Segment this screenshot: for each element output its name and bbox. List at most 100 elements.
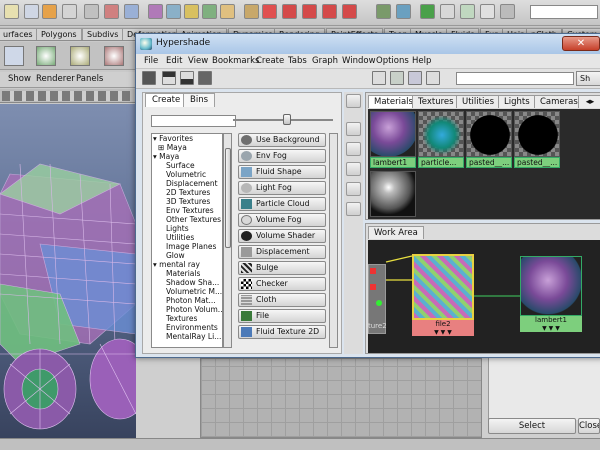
port-icon[interactable]	[376, 300, 382, 306]
menu-file[interactable]: File	[144, 56, 158, 66]
tree-scrollbar[interactable]	[223, 133, 232, 348]
create-node-button[interactable]: Env Fog	[238, 149, 326, 163]
material-swatch[interactable]	[466, 111, 512, 157]
toggle-create-bar-icon[interactable]	[142, 71, 156, 85]
tab-cameras[interactable]: Cameras	[534, 95, 584, 108]
grid-view[interactable]	[200, 358, 482, 438]
create-node-button[interactable]: Volume Fog	[238, 213, 326, 227]
port-icon[interactable]	[370, 284, 376, 290]
tab-scroll-arrows-icon[interactable]: ◂▸	[578, 95, 600, 108]
shelf-tool-icon[interactable]	[104, 46, 124, 66]
material-swatch[interactable]	[370, 111, 416, 157]
show-top-tabs-icon[interactable]	[162, 71, 176, 85]
create-node-button[interactable]: Fluid Texture 2D	[238, 325, 326, 339]
save-scene-icon[interactable]	[62, 4, 77, 19]
tab-utilities[interactable]: Utilities	[456, 95, 500, 108]
viewport-tool-icons[interactable]	[2, 91, 130, 101]
node-graph-canvas[interactable]: ture2 file2 ▼ ▼ ▼ lambert1 ▼ ▼ ▼	[368, 240, 600, 353]
construction-icon[interactable]	[396, 4, 411, 19]
snap-plane-icon[interactable]	[322, 4, 337, 19]
tree-item[interactable]: Other Textures	[166, 215, 221, 224]
menu-create[interactable]: Create	[256, 56, 284, 66]
create-node-button[interactable]: Bulge	[238, 261, 326, 275]
shelf-tab-subdivs[interactable]: Subdivs	[82, 28, 124, 40]
tree-item[interactable]: Utilities	[166, 233, 194, 242]
viewport-menu-panels[interactable]: Panels	[76, 74, 103, 84]
render-icon[interactable]	[420, 4, 435, 19]
tree-item[interactable]: Image Planes	[166, 242, 216, 251]
show-both-tabs-icon[interactable]	[198, 71, 212, 85]
mask-icon[interactable]	[220, 4, 235, 19]
show-bottom-tabs-icon[interactable]	[180, 71, 194, 85]
lambert-material-node[interactable]	[520, 256, 582, 316]
collapse-icon[interactable]	[346, 94, 361, 108]
shelf-tab-polygons[interactable]: Polygons	[36, 28, 82, 40]
lock-icon[interactable]	[244, 4, 259, 19]
material-swatch[interactable]	[514, 111, 560, 157]
dropdown-icon[interactable]	[500, 4, 515, 19]
close-button[interactable]: Close	[578, 418, 600, 434]
snap-grid-icon[interactable]	[262, 4, 277, 19]
create-node-button[interactable]: Displacement	[238, 245, 326, 259]
tree-item[interactable]: 3D Textures	[166, 197, 210, 206]
history-icon[interactable]	[376, 4, 391, 19]
node-list-scrollbar[interactable]	[329, 133, 338, 348]
create-node-button[interactable]: Checker	[238, 277, 326, 291]
show-button[interactable]: Sh	[576, 71, 600, 86]
ipr-render-icon[interactable]	[440, 4, 455, 19]
create-node-button[interactable]: Light Fog	[238, 181, 326, 195]
search-field[interactable]	[456, 72, 574, 85]
mask-icon[interactable]	[202, 4, 217, 19]
material-swatch[interactable]	[418, 111, 464, 157]
create-node-button[interactable]: Use Background	[238, 133, 326, 147]
tab-create[interactable]: Create	[145, 93, 188, 107]
tree-item[interactable]: ▾ mental ray	[153, 260, 200, 269]
open-scene-icon[interactable]	[42, 4, 57, 19]
menu-help[interactable]: Help	[412, 56, 431, 66]
sort-icon[interactable]	[346, 202, 361, 216]
graph-io-icon[interactable]	[426, 71, 440, 85]
create-node-button[interactable]: Particle Cloud	[238, 197, 326, 211]
create-node-button[interactable]: Fluid Shape	[238, 165, 326, 179]
tree-item[interactable]: MentalRay Li...	[166, 332, 221, 341]
list-icon[interactable]	[346, 162, 361, 176]
mask-icon[interactable]	[148, 4, 163, 19]
menu-options[interactable]: Options	[376, 56, 409, 66]
graph-input-icon[interactable]	[390, 71, 404, 85]
tree-item[interactable]: ⊞ Maya	[158, 143, 187, 152]
tree-item[interactable]: Env Textures	[166, 206, 214, 215]
create-node-button[interactable]: Cloth	[238, 293, 326, 307]
tree-item[interactable]: ▾ Favorites	[153, 134, 193, 143]
shelf-tool-icon[interactable]	[36, 46, 56, 66]
slider-handle[interactable]	[283, 114, 291, 125]
tree-item[interactable]: Displacement	[166, 179, 218, 188]
menu-set-icon[interactable]	[4, 4, 19, 19]
node-port-arrows[interactable]: ▼ ▼ ▼	[520, 325, 582, 332]
viewport-menu-renderer[interactable]: Renderer	[36, 74, 75, 84]
tree-item[interactable]: Textures	[166, 314, 197, 323]
mask-icon[interactable]	[166, 4, 181, 19]
scroll-thumb[interactable]	[225, 148, 231, 248]
tree-item[interactable]: Volumetric M...	[166, 287, 222, 296]
shelf-tool-icon[interactable]	[4, 46, 24, 66]
node-filter-field[interactable]	[151, 115, 236, 127]
menu-edit[interactable]: Edit	[166, 56, 182, 66]
shelf-tool-icon[interactable]	[70, 46, 90, 66]
tree-item[interactable]: ▾ Maya	[153, 152, 179, 161]
tree-item[interactable]: Volumetric	[166, 170, 206, 179]
select-component-icon[interactable]	[124, 4, 139, 19]
quick-input-field[interactable]	[530, 5, 598, 19]
tree-item[interactable]: Photon Volum...	[166, 305, 222, 314]
create-node-button[interactable]: File	[238, 309, 326, 323]
graph-output-icon[interactable]	[408, 71, 422, 85]
tree-item[interactable]: Glow	[166, 251, 185, 260]
tab-work-area[interactable]: Work Area	[368, 226, 424, 239]
snap-curve-icon[interactable]	[282, 4, 297, 19]
3d-viewport[interactable]	[0, 104, 136, 438]
select-button[interactable]: Select	[488, 418, 576, 434]
port-icon[interactable]	[370, 268, 376, 274]
render-view-icon[interactable]	[480, 4, 495, 19]
menu-window[interactable]: Window	[342, 56, 376, 66]
tab-textures[interactable]: Textures	[412, 95, 460, 108]
menu-bookmarks[interactable]: Bookmarks	[212, 56, 260, 66]
